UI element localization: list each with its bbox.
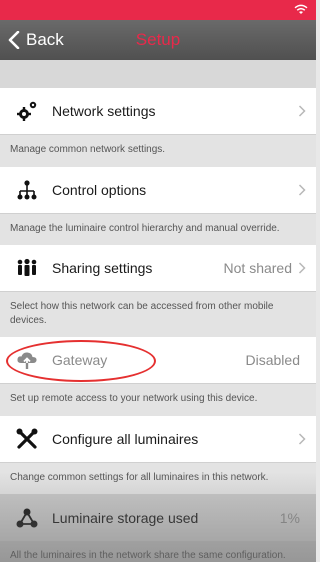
gateway-status-value: Disabled bbox=[245, 352, 300, 368]
row-label: Gateway bbox=[52, 352, 108, 368]
chevron-right-icon bbox=[298, 432, 306, 445]
row-label: Sharing settings bbox=[52, 260, 153, 276]
row-label: Configure all luminaires bbox=[52, 430, 199, 447]
row-description: Set up remote access to your network usi… bbox=[0, 384, 316, 416]
cloud-upload-icon bbox=[16, 349, 38, 371]
tools-icon bbox=[16, 428, 38, 450]
control-options-row[interactable]: Control options bbox=[0, 166, 316, 214]
gears-icon bbox=[16, 100, 38, 122]
people-icon bbox=[16, 257, 38, 279]
network-icon bbox=[16, 507, 38, 529]
back-label: Back bbox=[26, 30, 64, 49]
row-label: Network settings bbox=[52, 103, 156, 119]
network-settings-row[interactable]: Network settings bbox=[0, 88, 316, 135]
status-bar bbox=[0, 0, 316, 20]
chevron-left-icon bbox=[8, 31, 20, 49]
chevron-right-icon bbox=[298, 183, 306, 196]
wifi-icon bbox=[294, 4, 308, 14]
sharing-settings-row[interactable]: Sharing settings Not shared bbox=[0, 245, 316, 292]
row-description: All the luminaires in the network share … bbox=[0, 541, 316, 562]
sharing-status-value: Not shared bbox=[223, 260, 292, 276]
storage-used-value: 1% bbox=[279, 509, 300, 526]
section-spacer bbox=[0, 60, 316, 88]
row-description: Change common settings for all luminaire… bbox=[0, 462, 316, 494]
row-description: Manage common network settings. bbox=[0, 135, 316, 167]
navigation-bar: Back Setup bbox=[0, 20, 316, 60]
configure-all-luminaires-row[interactable]: Configure all luminaires bbox=[0, 415, 316, 463]
row-label: Control options bbox=[52, 181, 147, 198]
gateway-row[interactable]: Gateway Disabled bbox=[0, 337, 316, 384]
back-button[interactable]: Back bbox=[0, 20, 64, 60]
row-description: Manage the luminaire control hierarchy a… bbox=[0, 213, 316, 245]
chevron-right-icon bbox=[298, 262, 306, 274]
luminaire-storage-row: Luminaire storage used 1% bbox=[0, 494, 316, 541]
chevron-right-icon bbox=[298, 105, 306, 117]
row-description: Select how this network can be accessed … bbox=[0, 292, 316, 337]
hierarchy-icon bbox=[16, 179, 38, 201]
row-label: Luminaire storage used bbox=[52, 509, 199, 526]
